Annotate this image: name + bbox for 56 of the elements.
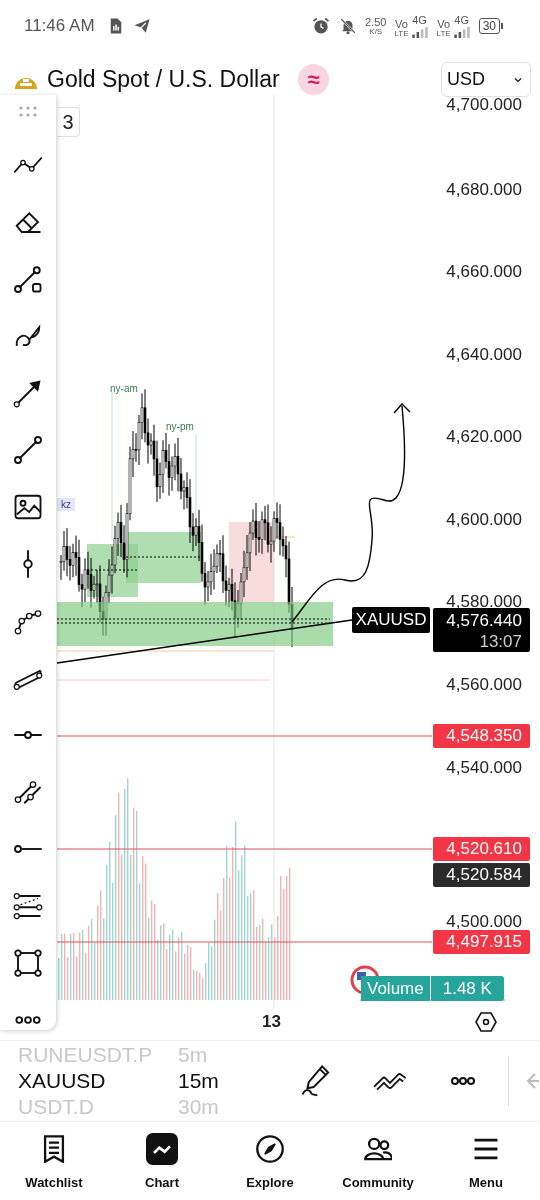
alarm-icon [311,16,332,36]
network-speed: 2.50 [365,16,387,28]
session-label: kz [57,498,75,511]
volume-value: 1.48 K [430,976,504,1001]
session-label: ny-am [110,383,138,394]
send-icon [132,17,151,35]
pencil-icon[interactable] [300,1064,332,1098]
signal-icon [452,25,471,38]
price-tag: 4,548.350 [433,724,530,748]
battery-indicator: 30 [478,18,500,34]
clock: 11:46 AM [24,16,95,36]
nav-tab[interactable]: Watchlist [0,1132,108,1190]
price-label: 4,640.000 [446,346,522,364]
nav-tab[interactable]: Community [324,1132,432,1190]
network-type: 4G [412,14,427,26]
signal-icon [410,25,429,38]
line-tool-icon[interactable] [12,264,44,294]
symbol-name: XAUUSD [18,1069,107,1093]
legend-tab[interactable]: 3 [57,107,80,137]
price-label: 4,620.000 [446,428,522,446]
network-type: 4G [454,14,469,26]
nav-tab[interactable]: Explore [216,1132,324,1190]
nav-tab[interactable]: Chart [108,1132,216,1190]
currency-dropdown[interactable]: USD [441,62,531,97]
symbol-row[interactable]: XAUUSD 15m [0,1068,290,1094]
image-icon[interactable] [12,492,44,522]
speed-unit: K/S [369,27,383,36]
price-label: 4,500.000 [446,913,522,931]
line-icon[interactable] [12,435,44,465]
session-label: ny-pm [166,421,194,432]
price-tag: 4,497.915 [433,930,530,954]
time-label: 13 [262,1012,281,1032]
symbol-tag: XAUUSD [352,607,430,633]
interval-label: 15m [178,1069,219,1093]
price-label: 4,600.000 [446,511,522,529]
price-label: 4,660.000 [446,263,522,281]
fib-retracement-icon[interactable] [12,891,44,921]
volte-label: Vo [395,18,408,30]
price-tag: 4,520.584 [433,863,530,887]
chart-title: Gold Spot / U.S. Dollar [47,66,280,93]
settings-icon[interactable] [474,1010,498,1034]
price-label: 4,700.000 [446,96,522,114]
price-label: 4,580.000 [446,593,522,611]
lte-label: LTE [394,29,409,38]
price-label: 4,560.000 [446,676,522,694]
lte-label: LTE [436,29,451,38]
price-tag: 4,520.610 [433,837,530,861]
rectangle-icon[interactable] [12,948,44,978]
bar-countdown: 13:07 [479,631,522,652]
current-price: 4,576.440 [446,610,522,631]
nav-tab[interactable]: Menu [432,1132,540,1190]
price-label: 4,540.000 [446,759,522,777]
indicator-badge[interactable]: ≈ [298,64,329,95]
price-label: 4,680.000 [446,181,522,199]
volte-label: Vo [437,18,451,30]
bell-off-icon [339,17,358,35]
